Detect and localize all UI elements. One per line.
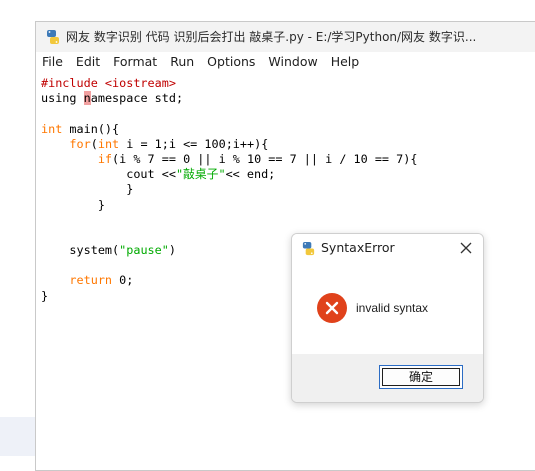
menu-help[interactable]: Help	[325, 52, 367, 72]
desktop-background-strip	[0, 417, 36, 456]
menu-window[interactable]: Window	[262, 52, 324, 72]
syntax-error-dialog: SyntaxError invalid syntax 确定	[291, 233, 484, 403]
code-line: int main(){	[41, 121, 120, 136]
code-line: for(int i = 1;i <= 100;i++){	[69, 136, 269, 151]
window-title: 网友 数字识别 代码 识别后会打出 敲桌子.py - E:/学习Python/网…	[66, 30, 477, 44]
menu-options[interactable]: Options	[201, 52, 262, 72]
dialog-body: invalid syntax	[292, 262, 483, 354]
error-message: invalid syntax	[356, 301, 429, 315]
dialog-title: SyntaxError	[321, 240, 395, 255]
menu-edit[interactable]: Edit	[70, 52, 107, 72]
code-line: cout <<"敲桌子"<< end;	[41, 167, 276, 182]
code-line: }	[41, 197, 105, 212]
code-line: #include <iostream>	[41, 76, 176, 90]
code-line: }	[41, 182, 134, 197]
close-icon[interactable]	[457, 239, 475, 257]
window-titlebar[interactable]: 网友 数字识别 代码 识别后会打出 敲桌子.py - E:/学习Python/网…	[36, 22, 535, 52]
menu-format[interactable]: Format	[107, 52, 164, 72]
menu-file[interactable]: File	[36, 52, 70, 72]
desktop-background	[0, 0, 36, 456]
dialog-footer: 确定	[292, 354, 483, 402]
code-line: using namespace std;	[41, 91, 184, 106]
dialog-titlebar[interactable]: SyntaxError	[292, 234, 483, 262]
menubar: File Edit Format Run Options Window Help	[36, 52, 535, 72]
python-logo-icon	[302, 241, 315, 256]
menu-run[interactable]: Run	[164, 52, 201, 72]
error-icon	[317, 293, 347, 323]
ok-button[interactable]: 确定	[379, 365, 463, 389]
python-logo-icon	[47, 30, 59, 44]
code-line: if(i % 7 == 0 || i % 10 == 7 || i / 10 =…	[97, 151, 418, 166]
